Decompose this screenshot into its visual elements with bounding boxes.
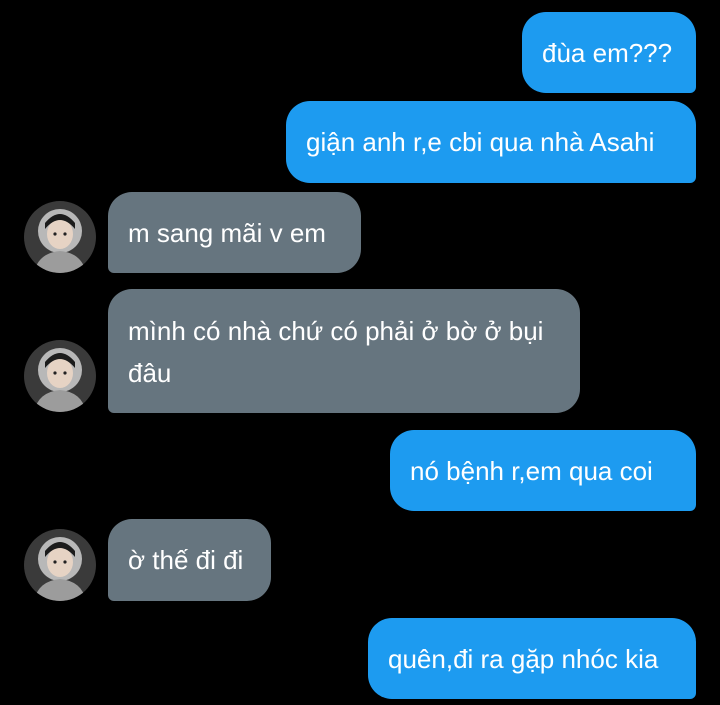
avatar-photo-icon bbox=[24, 201, 96, 273]
contact-avatar[interactable] bbox=[24, 340, 96, 412]
sent-message-bubble[interactable]: đùa em??? bbox=[522, 12, 696, 93]
sent-message-bubble[interactable]: quên,đi ra gặp nhóc kia bbox=[368, 618, 696, 699]
avatar-photo-icon bbox=[24, 529, 96, 601]
received-message-bubble[interactable]: ờ thế đi đi bbox=[108, 519, 271, 601]
message-text: quên,đi ra gặp nhóc kia bbox=[388, 644, 659, 674]
avatar-photo-icon bbox=[24, 340, 96, 412]
sent-message-bubble[interactable]: nó bệnh r,em qua coi bbox=[390, 430, 696, 511]
message-text: mình có nhà chứ có phải ở bờ ở bụi đâu bbox=[128, 316, 544, 388]
message-text: ờ thế đi đi bbox=[128, 545, 244, 575]
received-message-bubble[interactable]: mình có nhà chứ có phải ở bờ ở bụi đâu bbox=[108, 289, 580, 413]
message-text: đùa em??? bbox=[542, 38, 673, 68]
message-text: nó bệnh r,em qua coi bbox=[410, 456, 653, 486]
message-text: m sang mãi v em bbox=[128, 218, 326, 248]
sent-message-bubble[interactable]: giận anh r,e cbi qua nhà Asahi bbox=[286, 101, 696, 183]
contact-avatar[interactable] bbox=[24, 201, 96, 273]
received-message-bubble[interactable]: m sang mãi v em bbox=[108, 192, 361, 273]
contact-avatar[interactable] bbox=[24, 529, 96, 601]
message-text: giận anh r,e cbi qua nhà Asahi bbox=[306, 127, 655, 157]
